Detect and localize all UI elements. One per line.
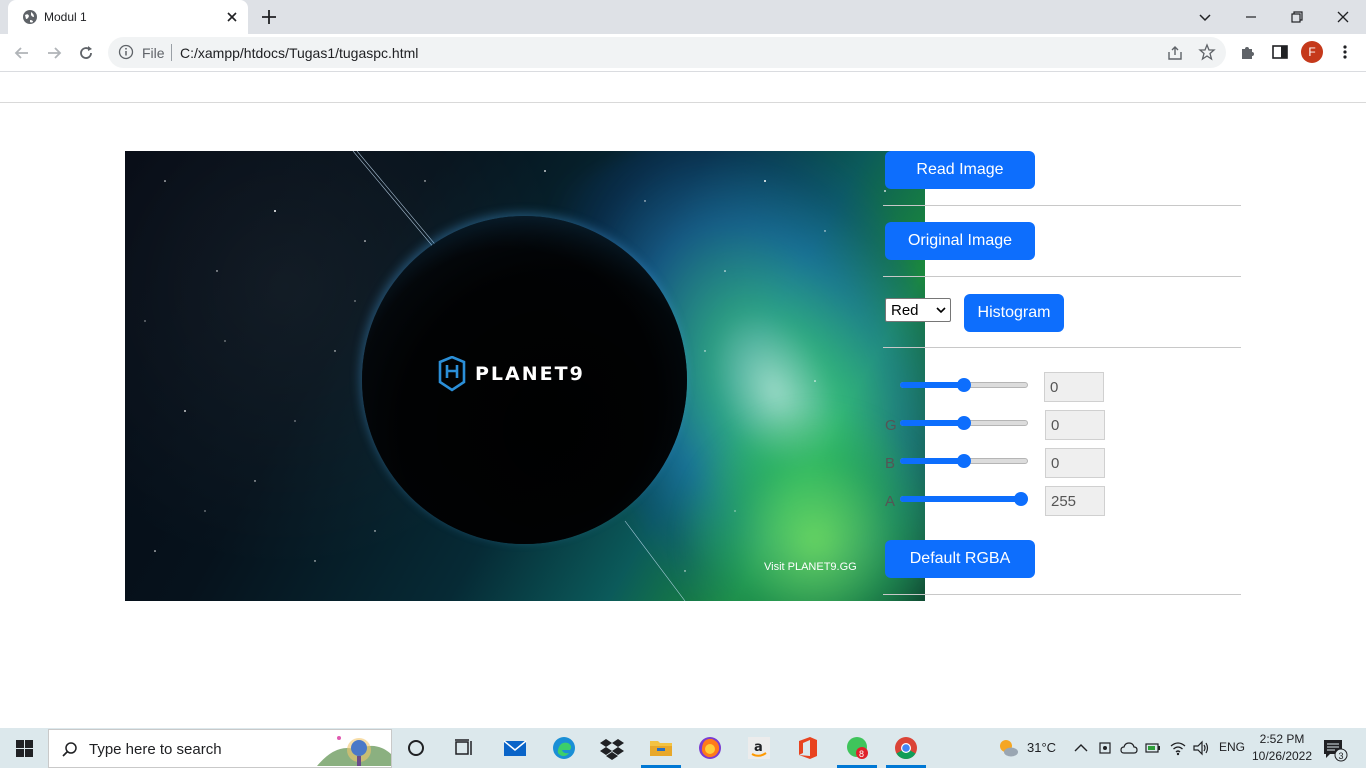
read-image-button[interactable]: Read Image bbox=[885, 151, 1035, 189]
slider-thumb[interactable] bbox=[957, 416, 971, 430]
file-explorer-icon[interactable] bbox=[649, 736, 673, 760]
blue-slider[interactable] bbox=[900, 451, 1028, 471]
slider-label-g: G bbox=[885, 417, 897, 434]
windows-start-icon[interactable] bbox=[16, 740, 33, 757]
tab-title: Modul 1 bbox=[44, 10, 87, 24]
volume-icon[interactable] bbox=[1193, 740, 1211, 756]
search-highlight-illustration-icon bbox=[317, 736, 391, 766]
tab-search-icon[interactable] bbox=[1194, 6, 1216, 28]
slider-fill bbox=[900, 496, 1021, 502]
red-value-input[interactable]: 0 bbox=[1044, 372, 1104, 402]
svg-text:a: a bbox=[754, 740, 763, 755]
edge-browser-icon[interactable] bbox=[552, 736, 576, 760]
blue-value-input[interactable]: 0 bbox=[1045, 448, 1105, 478]
back-icon[interactable] bbox=[12, 43, 32, 63]
slider-fill bbox=[900, 458, 964, 464]
taskbar-clock[interactable]: 2:52 PM 10/26/2022 bbox=[1250, 731, 1314, 765]
slider-thumb[interactable] bbox=[957, 378, 971, 392]
green-value-input[interactable]: 0 bbox=[1045, 410, 1105, 440]
windows-taskbar: Type here to search a 8 31°C ENG 2:52 PM… bbox=[0, 728, 1366, 768]
browser-tab-bar: Modul 1 bbox=[0, 0, 1366, 34]
minimize-icon[interactable] bbox=[1240, 6, 1262, 28]
browser-tab[interactable]: Modul 1 bbox=[8, 0, 248, 34]
address-divider bbox=[171, 44, 172, 61]
task-view-icon[interactable] bbox=[452, 736, 476, 760]
wifi-icon[interactable] bbox=[1169, 740, 1187, 756]
slider-fill bbox=[900, 382, 964, 388]
toolbar-divider bbox=[0, 71, 1366, 72]
mail-badge-count: 8 bbox=[859, 749, 864, 759]
channel-select-value: Red bbox=[891, 302, 919, 319]
notification-center-icon[interactable]: 3 bbox=[1322, 738, 1348, 762]
slider-fill bbox=[900, 420, 964, 426]
search-icon bbox=[62, 742, 77, 757]
extensions-icon[interactable] bbox=[1239, 43, 1257, 61]
meet-now-icon[interactable] bbox=[1097, 740, 1113, 756]
visit-link-text: Visit PLANET9.GG bbox=[764, 561, 857, 573]
whatsapp-icon[interactable]: 8 bbox=[845, 736, 869, 760]
slider-thumb[interactable] bbox=[1014, 492, 1028, 506]
section-divider bbox=[883, 347, 1241, 348]
file-scheme-label: File bbox=[142, 45, 165, 61]
weather-temperature[interactable]: 31°C bbox=[1027, 740, 1056, 755]
taskbar-search-box[interactable]: Type here to search bbox=[48, 729, 392, 768]
bookmark-star-icon[interactable] bbox=[1198, 43, 1216, 61]
channel-select[interactable]: Red bbox=[885, 298, 951, 322]
section-divider bbox=[883, 205, 1241, 206]
section-divider bbox=[883, 276, 1241, 277]
browser-toolbar: File C:/xampp/htdocs/Tugas1/tugaspc.html… bbox=[0, 34, 1366, 71]
slider-label-a: A bbox=[885, 493, 896, 510]
default-rgba-button[interactable]: Default RGBA bbox=[885, 540, 1035, 578]
alpha-value-input[interactable]: 255 bbox=[1045, 486, 1105, 516]
restore-icon[interactable] bbox=[1286, 6, 1308, 28]
globe-icon bbox=[23, 10, 37, 24]
slider-label-b: B bbox=[885, 455, 896, 472]
close-tab-icon[interactable] bbox=[224, 9, 240, 25]
section-divider bbox=[883, 594, 1241, 595]
menu-kebab-icon[interactable] bbox=[1336, 43, 1354, 61]
red-slider[interactable] bbox=[900, 375, 1028, 395]
clock-date: 10/26/2022 bbox=[1251, 749, 1313, 763]
url-text[interactable]: C:/xampp/htdocs/Tugas1/tugaspc.html bbox=[180, 45, 418, 61]
weather-cloud-sun-icon bbox=[1000, 740, 1018, 757]
side-panel-icon[interactable] bbox=[1271, 43, 1289, 61]
reload-icon[interactable] bbox=[76, 43, 96, 63]
notification-count: 3 bbox=[1339, 751, 1344, 761]
slider-thumb[interactable] bbox=[957, 454, 971, 468]
histogram-button[interactable]: Histogram bbox=[964, 294, 1064, 332]
amazon-icon[interactable]: a bbox=[747, 736, 771, 760]
dropbox-icon[interactable] bbox=[600, 736, 624, 760]
page-divider bbox=[0, 102, 1366, 103]
image-canvas[interactable]: PLANET9 Visit PLANET9.GG bbox=[125, 151, 925, 601]
onedrive-cloud-icon[interactable] bbox=[1120, 740, 1138, 756]
chevron-down-icon bbox=[936, 307, 946, 314]
address-bar[interactable]: File C:/xampp/htdocs/Tugas1/tugaspc.html bbox=[108, 37, 1226, 68]
new-tab-icon[interactable] bbox=[260, 8, 278, 26]
mail-icon[interactable] bbox=[503, 736, 527, 760]
share-icon[interactable] bbox=[1166, 44, 1184, 62]
office-icon[interactable] bbox=[796, 736, 820, 760]
info-icon[interactable] bbox=[118, 44, 134, 60]
planet9-logo-text: PLANET9 bbox=[475, 363, 585, 385]
green-slider[interactable] bbox=[900, 413, 1028, 433]
cortana-icon[interactable] bbox=[404, 736, 428, 760]
close-window-icon[interactable] bbox=[1332, 6, 1354, 28]
input-language[interactable]: ENG bbox=[1219, 740, 1245, 754]
forward-icon[interactable] bbox=[44, 43, 64, 63]
firefox-icon[interactable] bbox=[698, 736, 722, 760]
chrome-icon[interactable] bbox=[894, 736, 918, 760]
original-image-button[interactable]: Original Image bbox=[885, 222, 1035, 260]
planet9-logo-icon bbox=[438, 356, 466, 392]
alpha-slider[interactable] bbox=[900, 489, 1028, 509]
search-placeholder: Type here to search bbox=[89, 741, 222, 758]
profile-avatar[interactable]: F bbox=[1301, 41, 1323, 63]
tray-chevron-up-icon[interactable] bbox=[1073, 740, 1089, 756]
battery-charging-icon[interactable] bbox=[1145, 740, 1161, 756]
clock-time: 2:52 PM bbox=[1259, 732, 1305, 746]
